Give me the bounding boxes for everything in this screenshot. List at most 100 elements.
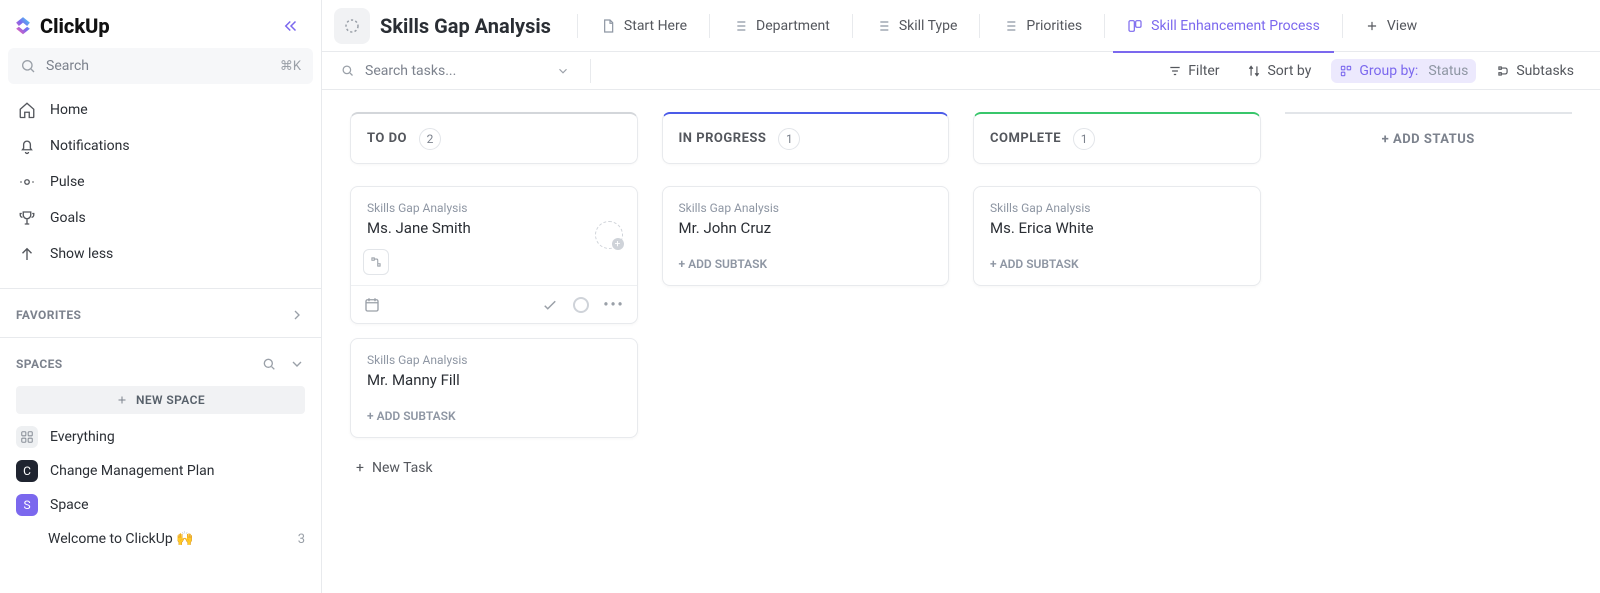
column-title: TO DO [367, 131, 407, 146]
dependency-icon[interactable] [363, 249, 389, 275]
space-item-space[interactable]: S Space [0, 488, 321, 522]
column-header-in-progress[interactable]: IN PROGRESS 1 [662, 112, 950, 164]
list-settings-icon[interactable] [334, 8, 370, 44]
space-badge: S [16, 494, 38, 516]
filter-label: Filter [1188, 63, 1219, 79]
group-by-button[interactable]: Group by: Status [1331, 59, 1476, 83]
brand-logo[interactable]: ClickUp [12, 14, 110, 38]
filter-icon [1168, 64, 1182, 78]
task-name: Mr. John Cruz [679, 219, 933, 237]
new-task-button[interactable]: + New Task [350, 452, 638, 484]
favorites-label: FAVORITES [16, 308, 81, 322]
pulse-icon [18, 173, 36, 191]
task-name: Mr. Manny Fill [367, 371, 621, 389]
view-tab-department[interactable]: Department [718, 0, 844, 52]
collapse-sidebar-button[interactable] [277, 12, 305, 40]
view-tab-label: Priorities [1026, 18, 1082, 34]
add-view-button[interactable]: View [1351, 18, 1431, 34]
view-tab-skill-enhancement[interactable]: Skill Enhancement Process [1113, 0, 1334, 52]
arrow-up-icon [18, 245, 36, 263]
sidebar: ClickUp Search ⌘K Home Notifications [0, 0, 322, 593]
task-crumb: Skills Gap Analysis [990, 201, 1244, 215]
assignee-add-icon[interactable] [595, 221, 623, 249]
view-tab-label: Department [756, 18, 830, 34]
column-in-progress: IN PROGRESS 1 Skills Gap Analysis Mr. Jo… [662, 112, 950, 286]
column-count: 1 [1073, 128, 1095, 150]
check-icon[interactable] [541, 296, 559, 314]
list-icon [732, 18, 748, 34]
column-header-todo[interactable]: TO DO 2 [350, 112, 638, 164]
toolbar: Search tasks... Filter Sort by Group by:… [322, 52, 1600, 90]
add-subtask-button[interactable]: + ADD SUBTASK [974, 247, 1260, 285]
status-circle-icon[interactable] [573, 297, 589, 313]
view-tab-start-here[interactable]: Start Here [586, 0, 701, 52]
sort-icon [1247, 64, 1261, 78]
view-tab-label: Start Here [624, 18, 687, 34]
add-subtask-button[interactable]: + ADD SUBTASK [663, 247, 949, 285]
column-header-complete[interactable]: COMPLETE 1 [973, 112, 1261, 164]
add-status-button[interactable]: + ADD STATUS [1285, 112, 1573, 164]
chevron-right-icon [289, 307, 305, 323]
list-icon [1002, 18, 1018, 34]
new-space-label: NEW SPACE [136, 393, 205, 407]
topbar: Skills Gap Analysis Start Here Departmen… [322, 0, 1600, 52]
space-badge: C [16, 460, 38, 482]
brand-name: ClickUp [40, 14, 110, 38]
favorites-section-header[interactable]: FAVORITES [0, 293, 321, 333]
task-card[interactable]: Skills Gap Analysis Mr. Manny Fill + ADD… [350, 338, 638, 438]
task-crumb: Skills Gap Analysis [679, 201, 933, 215]
view-tab-priorities[interactable]: Priorities [988, 0, 1096, 52]
plus-icon [1365, 19, 1379, 33]
new-space-button[interactable]: NEW SPACE [16, 386, 305, 414]
global-search[interactable]: Search ⌘K [8, 48, 313, 84]
board-icon [1127, 18, 1143, 34]
add-view-label: View [1387, 18, 1417, 34]
chevron-down-icon[interactable] [289, 356, 305, 372]
chevrons-left-icon [282, 17, 300, 35]
clickup-logo-icon [12, 15, 34, 37]
nav-notifications[interactable]: Notifications [8, 128, 313, 164]
plus-icon: + [356, 460, 364, 476]
search-placeholder: Search [46, 58, 89, 74]
task-search-placeholder: Search tasks... [365, 63, 456, 79]
add-status-label: + ADD STATUS [1382, 132, 1475, 147]
view-tab-skill-type[interactable]: Skill Type [861, 0, 972, 52]
task-card[interactable]: Skills Gap Analysis Ms. Erica White + AD… [973, 186, 1261, 286]
subtasks-button[interactable]: Subtasks [1488, 59, 1582, 83]
task-crumb: Skills Gap Analysis [367, 353, 621, 367]
list-title[interactable]: Skills Gap Analysis [380, 14, 551, 38]
plus-icon [116, 394, 128, 406]
task-crumb: Skills Gap Analysis [367, 201, 621, 215]
search-shortcut: ⌘K [280, 59, 301, 74]
column-complete: COMPLETE 1 Skills Gap Analysis Ms. Erica… [973, 112, 1261, 286]
space-subitem-welcome[interactable]: Welcome to ClickUp 🙌 3 [0, 522, 321, 556]
nav-show-less[interactable]: Show less [8, 236, 313, 272]
task-name: Ms. Jane Smith [367, 219, 621, 237]
spaces-search-icon[interactable] [261, 356, 277, 372]
calendar-icon[interactable] [363, 296, 381, 314]
column-title: IN PROGRESS [679, 131, 767, 146]
nav-goals[interactable]: Goals [8, 200, 313, 236]
task-search[interactable]: Search tasks... [340, 63, 570, 79]
group-icon [1339, 64, 1353, 78]
column-todo: TO DO 2 Skills Gap Analysis Ms. Jane Smi… [350, 112, 638, 484]
sort-label: Sort by [1267, 63, 1311, 79]
task-card[interactable]: Skills Gap Analysis Ms. Jane Smith ••• [350, 186, 638, 324]
nav-label: Show less [50, 246, 113, 262]
space-item-change-management[interactable]: C Change Management Plan [0, 454, 321, 488]
view-tab-label: Skill Enhancement Process [1151, 18, 1320, 34]
sort-button[interactable]: Sort by [1239, 59, 1319, 83]
space-everything[interactable]: Everything [0, 420, 321, 454]
nav-home[interactable]: Home [8, 92, 313, 128]
task-card[interactable]: Skills Gap Analysis Mr. John Cruz + ADD … [662, 186, 950, 286]
group-prefix: Group by: [1359, 63, 1418, 79]
grid-icon [16, 426, 38, 448]
spaces-label: SPACES [16, 357, 63, 371]
add-subtask-button[interactable]: + ADD SUBTASK [351, 399, 637, 437]
column-count: 1 [778, 128, 800, 150]
filter-button[interactable]: Filter [1160, 59, 1227, 83]
nav-pulse[interactable]: Pulse [8, 164, 313, 200]
nav-label: Home [50, 102, 88, 118]
column-count: 2 [419, 128, 441, 150]
more-icon[interactable]: ••• [603, 297, 624, 313]
